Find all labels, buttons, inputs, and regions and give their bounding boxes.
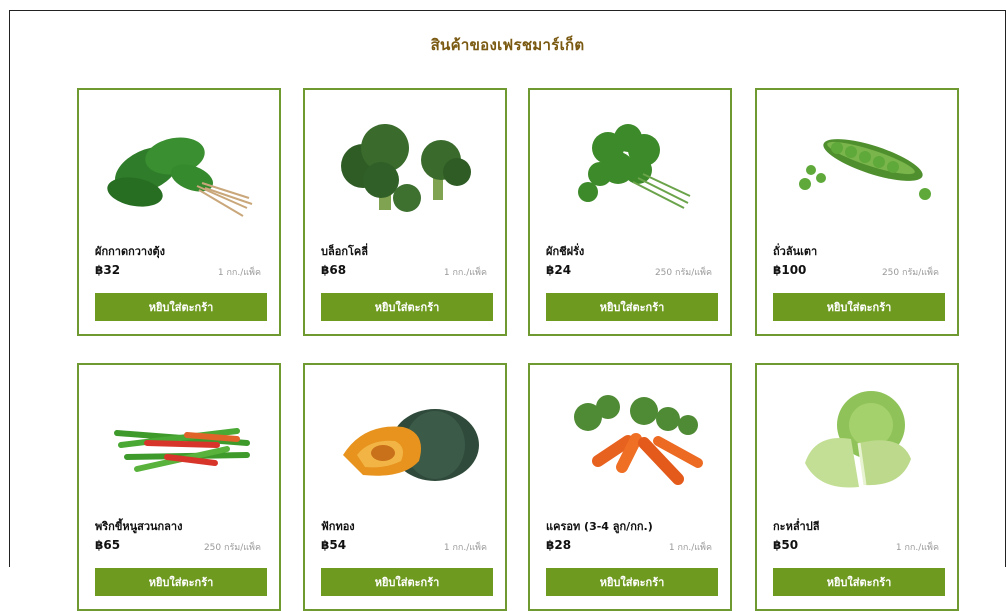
add-to-cart-button[interactable]: หยิบใส่ตะกร้า xyxy=(321,568,493,596)
product-card: ผักกาดกวางตุ้ง ฿32 1 กก./แพ็ค หยิบใส่ตะก… xyxy=(77,88,281,336)
product-price: ฿65 xyxy=(95,538,121,552)
product-name: ถั่วลันเตา xyxy=(773,245,818,258)
add-to-cart-button[interactable]: หยิบใส่ตะกร้า xyxy=(95,568,267,596)
product-price: ฿50 xyxy=(773,538,799,552)
product-price: ฿32 xyxy=(95,263,121,277)
cabbage-image xyxy=(805,391,911,488)
chili-image xyxy=(114,428,250,472)
product-unit: 1 กก./แพ็ค xyxy=(668,543,712,553)
add-to-cart-button[interactable]: หยิบใส่ตะกร้า xyxy=(321,293,493,321)
product-price: ฿28 xyxy=(546,538,572,552)
product-name: ผักชีฝรั่ง xyxy=(546,245,585,258)
product-price: ฿68 xyxy=(321,263,347,277)
product-unit: 250 กรัม/แพ็ค xyxy=(654,268,712,278)
product-unit: 1 กก./แพ็ค xyxy=(895,543,939,553)
add-to-cart-button[interactable]: หยิบใส่ตะกร้า xyxy=(773,293,945,321)
product-unit: 250 กรัม/แพ็ค xyxy=(881,268,939,278)
product-name: แครอท (3-4 ลูก/กก.) xyxy=(546,520,653,533)
bok-choy-image xyxy=(107,137,253,217)
product-card: แครอท (3-4 ลูก/กก.) ฿28 1 กก./แพ็ค หยิบใ… xyxy=(528,363,732,611)
product-card: ผักชีฝรั่ง ฿24 250 กรัม/แพ็ค หยิบใส่ตะกร… xyxy=(528,88,732,336)
product-price: ฿100 xyxy=(773,263,807,277)
product-card: บล็อกโคลี่ ฿68 1 กก./แพ็ค หยิบใส่ตะกร้า xyxy=(303,88,507,336)
pumpkin-image xyxy=(343,409,479,481)
product-unit: 250 กรัม/แพ็ค xyxy=(203,543,261,553)
product-name: กะหล่ำปลี xyxy=(773,520,820,533)
add-to-cart-button[interactable]: หยิบใส่ตะกร้า xyxy=(773,568,945,596)
add-to-cart-button[interactable]: หยิบใส่ตะกร้า xyxy=(95,293,267,321)
product-unit: 1 กก./แพ็ค xyxy=(443,268,487,278)
product-card: พริกขี้หนูสวนกลาง ฿65 250 กรัม/แพ็ค หยิบ… xyxy=(77,363,281,611)
green-peas-image xyxy=(799,139,931,200)
carrot-image xyxy=(574,395,703,485)
product-name: บล็อกโคลี่ xyxy=(321,245,368,258)
add-to-cart-button[interactable]: หยิบใส่ตะกร้า xyxy=(546,568,718,596)
broccoli-image xyxy=(341,124,471,212)
product-name: พริกขี้หนูสวนกลาง xyxy=(95,520,183,533)
parsley-image xyxy=(578,124,691,209)
product-card: ถั่วลันเตา ฿100 250 กรัม/แพ็ค หยิบใส่ตะก… xyxy=(755,88,959,336)
product-price: ฿24 xyxy=(546,263,572,277)
product-price: ฿54 xyxy=(321,538,347,552)
product-unit: 1 กก./แพ็ค xyxy=(217,268,261,278)
product-card: กะหล่ำปลี ฿50 1 กก./แพ็ค หยิบใส่ตะกร้า xyxy=(755,363,959,611)
product-card: ฟักทอง ฿54 1 กก./แพ็ค หยิบใส่ตะกร้า xyxy=(303,363,507,611)
product-name: ฟักทอง xyxy=(321,520,355,533)
add-to-cart-button[interactable]: หยิบใส่ตะกร้า xyxy=(546,293,718,321)
product-unit: 1 กก./แพ็ค xyxy=(443,543,487,553)
product-name: ผักกาดกวางตุ้ง xyxy=(95,245,165,258)
page-title: สินค้าของเฟรชมาร์เก็ต xyxy=(430,36,585,54)
